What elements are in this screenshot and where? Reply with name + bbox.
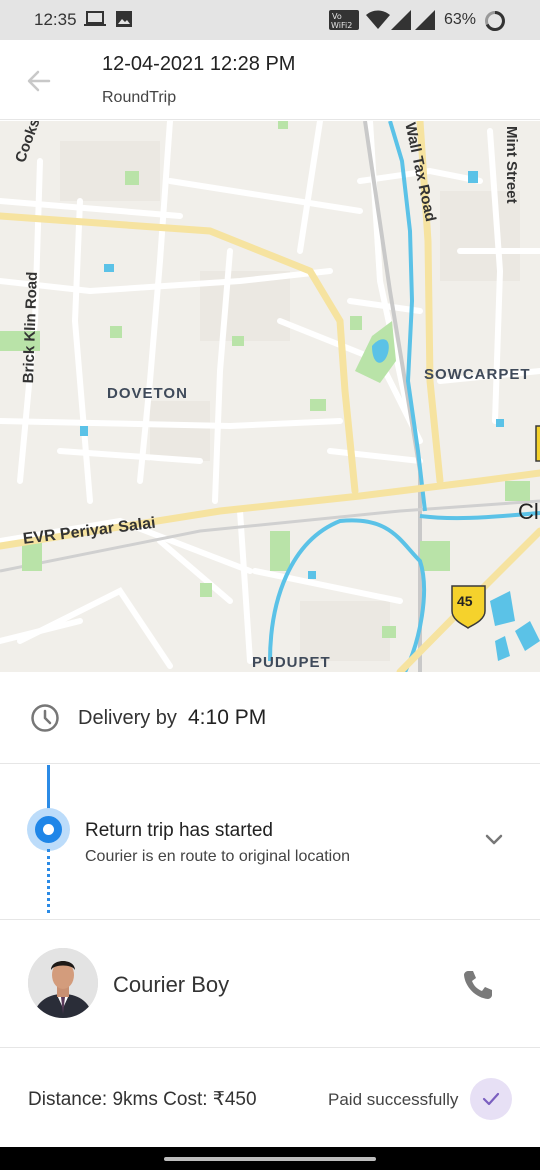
status-bar: 12:35 Vo WiFi2 63% <box>0 0 540 40</box>
delivery-label: Delivery by <box>78 707 177 729</box>
trip-status-row[interactable]: Return trip has started Courier is en ro… <box>0 765 540 920</box>
battery-percent: 63% <box>444 11 477 28</box>
trip-status-description: Courier is en route to original location <box>85 848 351 865</box>
status-time: 12:35 <box>34 10 77 29</box>
paid-check-badge <box>470 1078 512 1120</box>
signal-icon <box>391 10 411 30</box>
timeline-line <box>47 765 50 809</box>
signal-icon <box>415 10 435 30</box>
highway-number: 45 <box>457 593 473 609</box>
map-edge-label: Cl <box>518 499 539 524</box>
trip-type: RoundTrip <box>102 89 177 106</box>
back-button[interactable] <box>22 64 56 98</box>
map-graphics <box>0 121 540 672</box>
courier-row: Courier Boy <box>0 921 540 1048</box>
page-title: 12-04-2021 12:28 PM <box>102 53 296 75</box>
map-area-label: SOWCARPET <box>424 366 531 383</box>
arrow-left-icon <box>27 70 51 92</box>
map-area-label: PUDUPET <box>252 654 331 671</box>
map-road-label: Mint Street <box>503 126 520 204</box>
trip-status-title: Return trip has started <box>85 820 273 841</box>
map-view[interactable]: DOVETON SOWCARPET PUDUPET Cooks Roa Bric… <box>0 121 540 672</box>
check-icon <box>482 1092 500 1106</box>
payment-status: Paid successfully <box>328 1090 459 1109</box>
avatar <box>28 948 98 1018</box>
image-icon <box>116 11 132 27</box>
chevron-down-icon[interactable] <box>482 831 506 847</box>
svg-text:WiFi2: WiFi2 <box>331 21 352 30</box>
map-area-label: DOVETON <box>107 385 188 402</box>
laptop-icon <box>84 11 106 26</box>
timeline-dot <box>27 808 70 851</box>
clock-icon <box>31 704 59 732</box>
volte-wifi-icon: Vo WiFi2 <box>329 10 359 30</box>
wifi-icon <box>366 10 390 29</box>
home-indicator[interactable] <box>164 1157 376 1161</box>
battery-icon <box>485 11 505 31</box>
payment-row: Distance: 9kms Cost: ₹450 Paid successfu… <box>0 1049 540 1147</box>
delivery-row: Delivery by 4:10 PM <box>0 672 540 764</box>
delivery-time: 4:10 PM <box>188 706 267 729</box>
header: 12-04-2021 12:28 PM RoundTrip <box>0 40 540 120</box>
phone-icon[interactable] <box>460 967 496 1003</box>
timeline-dotted-line <box>47 849 50 913</box>
svg-text:Vo: Vo <box>332 12 342 21</box>
system-nav-bar <box>0 1147 540 1170</box>
distance-cost: Distance: 9kms Cost: ₹450 <box>28 1089 257 1110</box>
courier-name: Courier Boy <box>113 972 230 997</box>
